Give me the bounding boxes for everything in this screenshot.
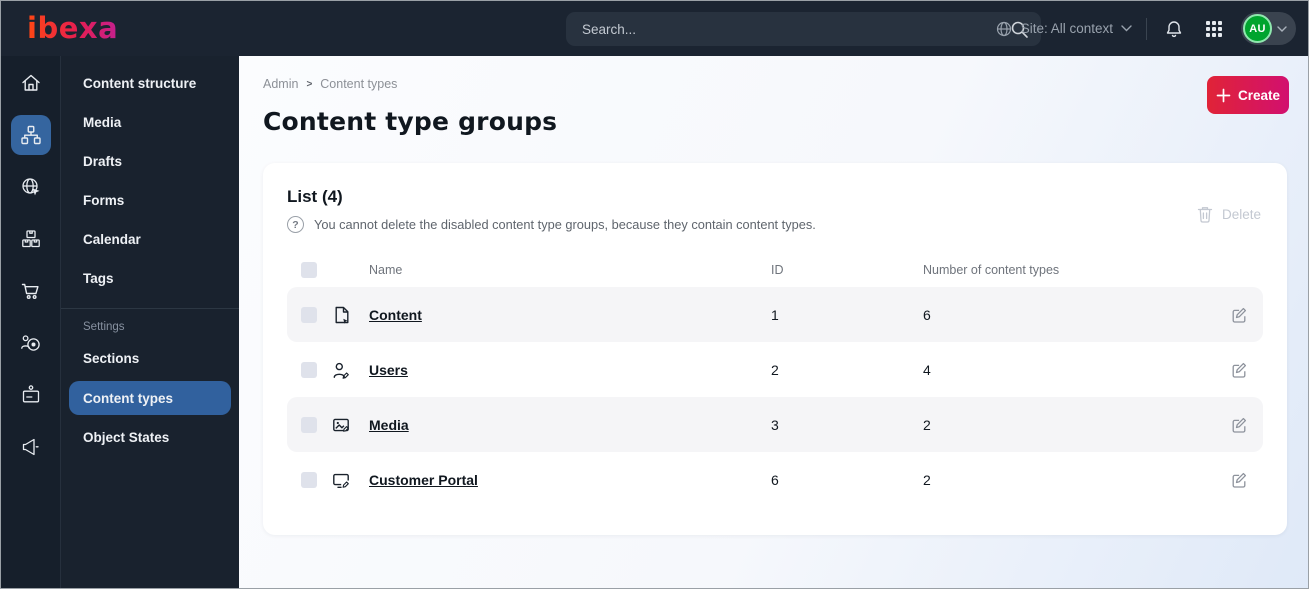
group-count: 2	[923, 471, 931, 488]
delete-button[interactable]: Delete	[1197, 205, 1261, 223]
home-icon	[19, 71, 43, 95]
content-file-icon	[331, 305, 369, 325]
bell-icon	[1164, 19, 1184, 39]
user-menu[interactable]: AU	[1241, 12, 1296, 45]
sidebar-item-content-types[interactable]: Content types	[69, 381, 231, 415]
sidebar-item-drafts[interactable]: Drafts	[61, 142, 239, 181]
header-id: ID	[771, 263, 784, 277]
topbar-actions: Site: All context AU	[995, 1, 1296, 56]
group-id: 3	[771, 416, 779, 433]
app-window: ibexa Site: All context	[0, 0, 1309, 589]
site-context-selector[interactable]: Site: All context	[995, 20, 1132, 38]
table-row: Media 3 2	[287, 397, 1263, 452]
rail-content[interactable]	[10, 115, 51, 155]
content-type-groups-card: List (4) ? You cannot delete the disable…	[263, 163, 1287, 535]
commerce-cart-icon	[19, 279, 43, 303]
group-link[interactable]: Customer Portal	[369, 472, 478, 488]
table-row: Users 2 4	[287, 342, 1263, 397]
table-row: Content 1 6	[287, 287, 1263, 342]
breadcrumb-content-types: Content types	[320, 77, 398, 91]
edit-icon[interactable]	[1230, 361, 1248, 379]
group-count: 2	[923, 416, 931, 433]
rail-campaign[interactable]	[11, 427, 51, 467]
sidebar: Content structure Media Drafts Forms Cal…	[61, 56, 239, 588]
sidebar-item-object-states[interactable]: Object States	[61, 418, 239, 457]
topbar-divider	[1146, 17, 1147, 40]
help-icon: ?	[287, 216, 304, 233]
select-all-checkbox[interactable]	[301, 262, 317, 278]
users-icon	[331, 360, 369, 380]
info-text: You cannot delete the disabled content t…	[314, 217, 816, 232]
sidebar-item-media[interactable]: Media	[61, 103, 239, 142]
rail-admin[interactable]	[11, 375, 51, 415]
icon-rail	[1, 56, 61, 588]
page-title: Content type groups	[263, 107, 558, 136]
create-button[interactable]: Create	[1207, 76, 1289, 114]
rail-site[interactable]	[11, 167, 51, 207]
sidebar-item-sections[interactable]: Sections	[61, 339, 239, 378]
breadcrumb: Admin > Content types	[263, 77, 1308, 91]
campaign-megaphone-icon	[19, 435, 43, 459]
rail-dashboard[interactable]	[11, 63, 51, 103]
create-button-label: Create	[1237, 87, 1281, 103]
search-input[interactable]	[582, 21, 1010, 37]
trash-icon	[1197, 205, 1213, 223]
header-name: Name	[369, 263, 403, 277]
product-catalog-icon	[19, 227, 43, 251]
content-structure-icon	[19, 123, 43, 147]
personalization-target-icon	[19, 331, 43, 355]
app-grid-icon	[1205, 20, 1223, 38]
info-row: ? You cannot delete the disabled content…	[287, 216, 1263, 233]
globe-icon	[995, 20, 1013, 38]
breadcrumb-admin[interactable]: Admin	[263, 77, 298, 91]
admin-badge-icon	[19, 383, 43, 407]
list-title: List (4)	[287, 187, 343, 206]
row-checkbox[interactable]	[301, 416, 317, 433]
row-checkbox[interactable]	[301, 361, 317, 378]
group-id: 6	[771, 471, 779, 488]
table-row: Customer Portal 6 2	[287, 452, 1263, 507]
group-count: 6	[923, 306, 931, 323]
group-link[interactable]: Media	[369, 417, 409, 433]
rail-product-catalog[interactable]	[11, 219, 51, 259]
sidebar-item-forms[interactable]: Forms	[61, 181, 239, 220]
main-content: Admin > Content types Create Content typ…	[239, 56, 1308, 588]
row-checkbox[interactable]	[301, 471, 317, 488]
chevron-down-icon	[1121, 25, 1132, 32]
edit-icon[interactable]	[1230, 471, 1248, 489]
group-id: 1	[771, 306, 779, 323]
chevron-down-icon	[1277, 25, 1287, 32]
group-count: 4	[923, 361, 931, 378]
delete-button-label: Delete	[1221, 206, 1261, 222]
header-count: Number of content types	[923, 263, 1060, 277]
site-globe-icon	[19, 175, 43, 199]
group-link[interactable]: Users	[369, 362, 408, 378]
media-image-icon	[331, 415, 369, 435]
group-link[interactable]: Content	[369, 307, 422, 323]
app-switcher-button[interactable]	[1201, 16, 1227, 42]
row-checkbox[interactable]	[301, 306, 317, 323]
plus-icon	[1216, 88, 1231, 103]
edit-icon[interactable]	[1230, 306, 1248, 324]
sidebar-divider	[61, 308, 239, 309]
site-context-label: Site: All context	[1020, 21, 1113, 36]
breadcrumb-separator: >	[306, 78, 313, 90]
notifications-button[interactable]	[1161, 16, 1187, 42]
content-type-groups-table: Name ID Number of content types Content …	[287, 253, 1263, 507]
sidebar-section-settings: Settings	[83, 321, 125, 333]
sidebar-item-calendar[interactable]: Calendar	[61, 220, 239, 259]
ibexa-logo[interactable]: ibexa	[27, 14, 118, 43]
customer-portal-icon	[331, 470, 369, 490]
sidebar-item-content-structure[interactable]: Content structure	[61, 64, 239, 103]
edit-icon[interactable]	[1230, 416, 1248, 434]
global-search[interactable]	[566, 12, 1041, 46]
avatar: AU	[1243, 14, 1272, 43]
table-header: Name ID Number of content types	[287, 253, 1263, 287]
sidebar-item-tags[interactable]: Tags	[61, 259, 239, 298]
group-id: 2	[771, 361, 779, 378]
topbar: ibexa Site: All context	[1, 1, 1308, 56]
rail-personalization[interactable]	[11, 323, 51, 363]
rail-commerce[interactable]	[11, 271, 51, 311]
